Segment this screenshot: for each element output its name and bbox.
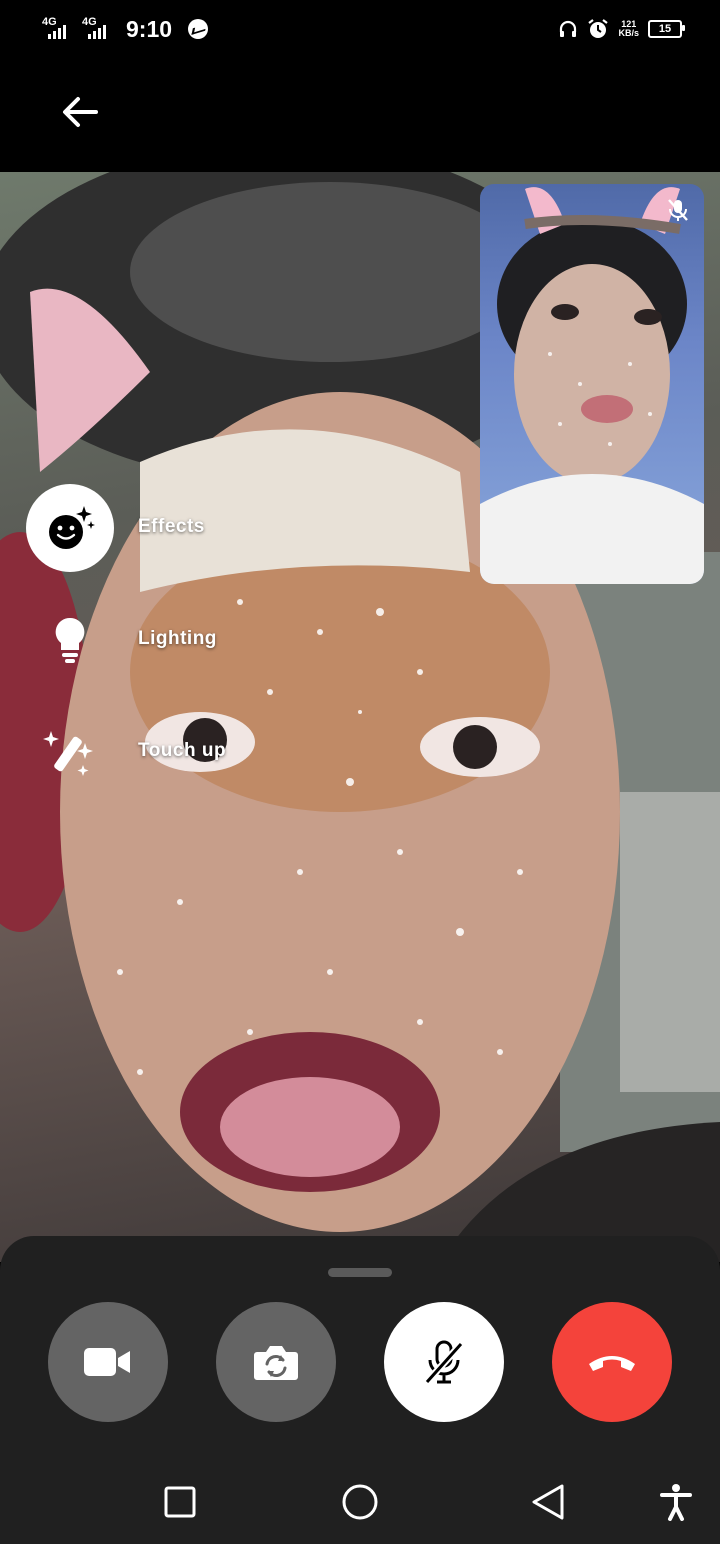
home-circle-icon	[342, 1484, 378, 1520]
battery-icon: 15	[648, 20, 685, 38]
mute-button[interactable]	[384, 1302, 504, 1422]
mic-off-icon	[668, 199, 688, 221]
video-toggle-button[interactable]	[48, 1302, 168, 1422]
battery-level: 15	[658, 23, 672, 35]
call-header	[0, 56, 720, 172]
back-triangle-icon	[532, 1484, 564, 1520]
system-nav-bar	[0, 1460, 720, 1544]
headphones-icon	[560, 20, 577, 37]
speed-unit: KB/s	[618, 28, 639, 38]
nav-back-button[interactable]	[526, 1480, 570, 1524]
alarm-icon	[588, 19, 609, 38]
camera-flip-icon	[254, 1346, 298, 1380]
magic-wand-icon	[26, 708, 114, 796]
end-call-button[interactable]	[552, 1302, 672, 1422]
accessibility-button[interactable]	[654, 1480, 698, 1524]
status-left: 4G 4G 9:10	[42, 14, 209, 44]
flip-camera-button[interactable]	[216, 1302, 336, 1422]
recents-button[interactable]	[158, 1480, 202, 1524]
home-button[interactable]	[338, 1480, 382, 1524]
network-speed: 121 KB/s	[618, 20, 639, 38]
lightbulb-icon	[26, 596, 114, 684]
menu-item-touch-up[interactable]: Touch up	[26, 708, 326, 796]
status-bar: 4G 4G 9:10 121 KB/s 15	[0, 0, 720, 56]
menu-item-lighting[interactable]: Lighting	[26, 596, 326, 684]
arrow-left-icon	[63, 97, 98, 127]
clock: 9:10	[126, 15, 173, 42]
video-camera-icon	[84, 1348, 130, 1376]
menu-label-touch-up: Touch up	[138, 740, 227, 761]
menu-label-lighting: Lighting	[138, 628, 217, 649]
phone-hangup-icon	[589, 1356, 635, 1371]
recents-square-icon	[164, 1486, 196, 1518]
call-controls-sheet	[0, 1236, 720, 1460]
mic-off-icon	[424, 1340, 464, 1385]
messenger-icon	[188, 19, 209, 39]
menu-item-effects[interactable]: Effects	[26, 484, 326, 572]
menu-label-effects: Effects	[138, 516, 205, 537]
drag-handle[interactable]	[328, 1268, 392, 1277]
self-participant-image	[480, 187, 704, 584]
signal-icon-sim2: 4G	[82, 17, 114, 41]
back-button[interactable]	[58, 90, 102, 134]
self-view-video[interactable]	[480, 184, 704, 584]
signal-icon-sim1: 4G	[42, 17, 74, 41]
status-right: 121 KB/s 15	[558, 14, 685, 44]
effects-face-sparkle-icon	[26, 484, 114, 572]
accessibility-icon	[660, 1484, 692, 1521]
